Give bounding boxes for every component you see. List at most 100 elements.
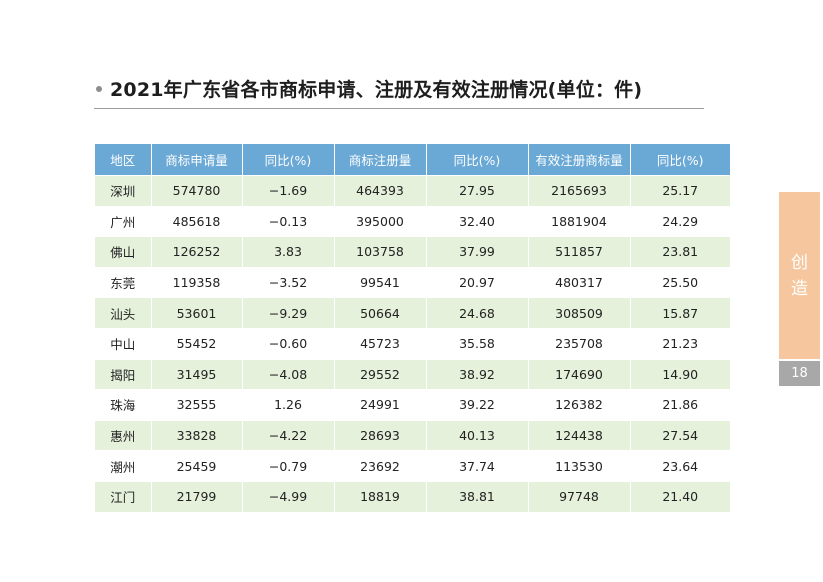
cell-registrations-yoy: 37.99 — [426, 236, 529, 268]
cell-region: 潮州 — [95, 450, 152, 482]
cell-valid-registrations: 511857 — [528, 236, 631, 268]
header-registrations-yoy: 同比(%) — [426, 144, 529, 176]
cell-registrations: 45723 — [334, 327, 427, 360]
cell-valid-registrations: 126382 — [528, 389, 631, 421]
cell-applications: 32555 — [151, 389, 243, 421]
cell-applications: 126252 — [151, 236, 243, 268]
header-registrations: 商标注册量 — [334, 144, 427, 176]
cell-applications-yoy: 1.26 — [242, 389, 335, 421]
cell-region: 中山 — [95, 327, 152, 360]
cell-registrations: 395000 — [334, 205, 427, 237]
cell-registrations: 50664 — [334, 297, 427, 329]
cell-valid-registrations-yoy: 21.40 — [630, 480, 730, 512]
chapter-label: 创 造 — [779, 250, 820, 302]
cell-applications: 574780 — [151, 175, 243, 207]
header-applications: 商标申请量 — [151, 144, 243, 176]
cell-valid-registrations: 174690 — [528, 358, 631, 390]
cell-region: 江门 — [95, 480, 152, 512]
cell-registrations-yoy: 38.81 — [426, 480, 529, 512]
cell-valid-registrations-yoy: 27.54 — [630, 419, 730, 451]
cell-valid-registrations: 1881904 — [528, 205, 631, 237]
table-row: 潮州 25459 −0.79 23692 37.74 113530 23.64 — [95, 450, 730, 482]
table-header-row: 地区 商标申请量 同比(%) 商标注册量 同比(%) 有效注册商标量 同比(%) — [95, 144, 730, 176]
page-number: 18 — [779, 361, 820, 386]
cell-registrations-yoy: 35.58 — [426, 327, 529, 360]
cell-valid-registrations: 308509 — [528, 297, 631, 329]
cell-applications: 485618 — [151, 205, 243, 237]
cell-valid-registrations: 97748 — [528, 480, 631, 512]
table-row: 惠州 33828 −4.22 28693 40.13 124438 27.54 — [95, 419, 730, 451]
cell-registrations: 103758 — [334, 236, 427, 268]
table-row: 中山 55452 −0.60 45723 35.58 235708 21.23 — [95, 327, 730, 360]
section-header: 2021年广东省各市商标申请、注册及有效注册情况(单位：件) — [94, 74, 704, 109]
cell-applications-yoy: −1.69 — [242, 175, 335, 207]
cell-registrations-yoy: 32.40 — [426, 205, 529, 237]
cell-valid-registrations: 113530 — [528, 450, 631, 482]
chapter-side-tab: 创 造 — [779, 192, 820, 359]
cell-region: 揭阳 — [95, 358, 152, 390]
cell-applications: 53601 — [151, 297, 243, 329]
cell-registrations: 28693 — [334, 419, 427, 451]
table-row: 汕头 53601 −9.29 50664 24.68 308509 15.87 — [95, 297, 730, 329]
cell-registrations-yoy: 20.97 — [426, 266, 529, 298]
cell-valid-registrations-yoy: 14.90 — [630, 358, 730, 390]
cell-region: 东莞 — [95, 266, 152, 298]
cell-applications-yoy: −0.79 — [242, 450, 335, 482]
cell-valid-registrations-yoy: 23.81 — [630, 236, 730, 268]
header-applications-yoy: 同比(%) — [242, 144, 335, 176]
cell-applications-yoy: −4.22 — [242, 419, 335, 451]
cell-region: 汕头 — [95, 297, 152, 329]
cell-valid-registrations: 2165693 — [528, 175, 631, 207]
cell-region: 佛山 — [95, 236, 152, 268]
cell-applications-yoy: −4.99 — [242, 480, 335, 512]
cell-applications-yoy: −4.08 — [242, 358, 335, 390]
bullet-dot-icon — [96, 86, 102, 92]
cell-applications: 55452 — [151, 327, 243, 360]
table-row: 东莞 119358 −3.52 99541 20.97 480317 25.50 — [95, 266, 730, 298]
header-valid-registrations: 有效注册商标量 — [528, 144, 631, 176]
table-row: 广州 485618 −0.13 395000 32.40 1881904 24.29 — [95, 205, 730, 237]
cell-registrations: 464393 — [334, 175, 427, 207]
cell-applications-yoy: −9.29 — [242, 297, 335, 329]
cell-valid-registrations-yoy: 24.29 — [630, 205, 730, 237]
cell-registrations: 18819 — [334, 480, 427, 512]
cell-valid-registrations-yoy: 23.64 — [630, 450, 730, 482]
cell-registrations-yoy: 39.22 — [426, 389, 529, 421]
cell-region: 深圳 — [95, 175, 152, 207]
cell-region: 珠海 — [95, 389, 152, 421]
cell-registrations-yoy: 27.95 — [426, 175, 529, 207]
cell-valid-registrations-yoy: 15.87 — [630, 297, 730, 329]
cell-applications: 31495 — [151, 358, 243, 390]
cell-valid-registrations-yoy: 25.50 — [630, 266, 730, 298]
cell-applications: 119358 — [151, 266, 243, 298]
cell-applications-yoy: −0.13 — [242, 205, 335, 237]
cell-valid-registrations-yoy: 21.86 — [630, 389, 730, 421]
chapter-label-char: 创 — [791, 253, 808, 273]
page-title: 2021年广东省各市商标申请、注册及有效注册情况(单位：件) — [110, 79, 643, 101]
cell-registrations-yoy: 38.92 — [426, 358, 529, 390]
cell-valid-registrations: 124438 — [528, 419, 631, 451]
table-row: 江门 21799 −4.99 18819 38.81 97748 21.40 — [95, 480, 730, 512]
cell-registrations-yoy: 24.68 — [426, 297, 529, 329]
table-row: 揭阳 31495 −4.08 29552 38.92 174690 14.90 — [95, 358, 730, 390]
header-valid-registrations-yoy: 同比(%) — [630, 144, 730, 176]
cell-valid-registrations: 235708 — [528, 327, 631, 360]
cell-registrations: 99541 — [334, 266, 427, 298]
cell-valid-registrations: 480317 — [528, 266, 631, 298]
cell-region: 广州 — [95, 205, 152, 237]
trademark-stats-table: 地区 商标申请量 同比(%) 商标注册量 同比(%) 有效注册商标量 同比(%)… — [95, 144, 730, 512]
cell-valid-registrations-yoy: 21.23 — [630, 327, 730, 360]
cell-registrations-yoy: 37.74 — [426, 450, 529, 482]
cell-region: 惠州 — [95, 419, 152, 451]
table-row: 深圳 574780 −1.69 464393 27.95 2165693 25.17 — [95, 175, 730, 207]
header-region: 地区 — [95, 144, 152, 176]
cell-registrations: 24991 — [334, 389, 427, 421]
cell-valid-registrations-yoy: 25.17 — [630, 175, 730, 207]
cell-applications: 21799 — [151, 480, 243, 512]
chapter-label-char: 造 — [791, 279, 808, 299]
cell-registrations: 29552 — [334, 358, 427, 390]
cell-applications-yoy: −0.60 — [242, 327, 335, 360]
cell-applications: 33828 — [151, 419, 243, 451]
cell-registrations: 23692 — [334, 450, 427, 482]
table-row: 佛山 126252 3.83 103758 37.99 511857 23.81 — [95, 236, 730, 268]
